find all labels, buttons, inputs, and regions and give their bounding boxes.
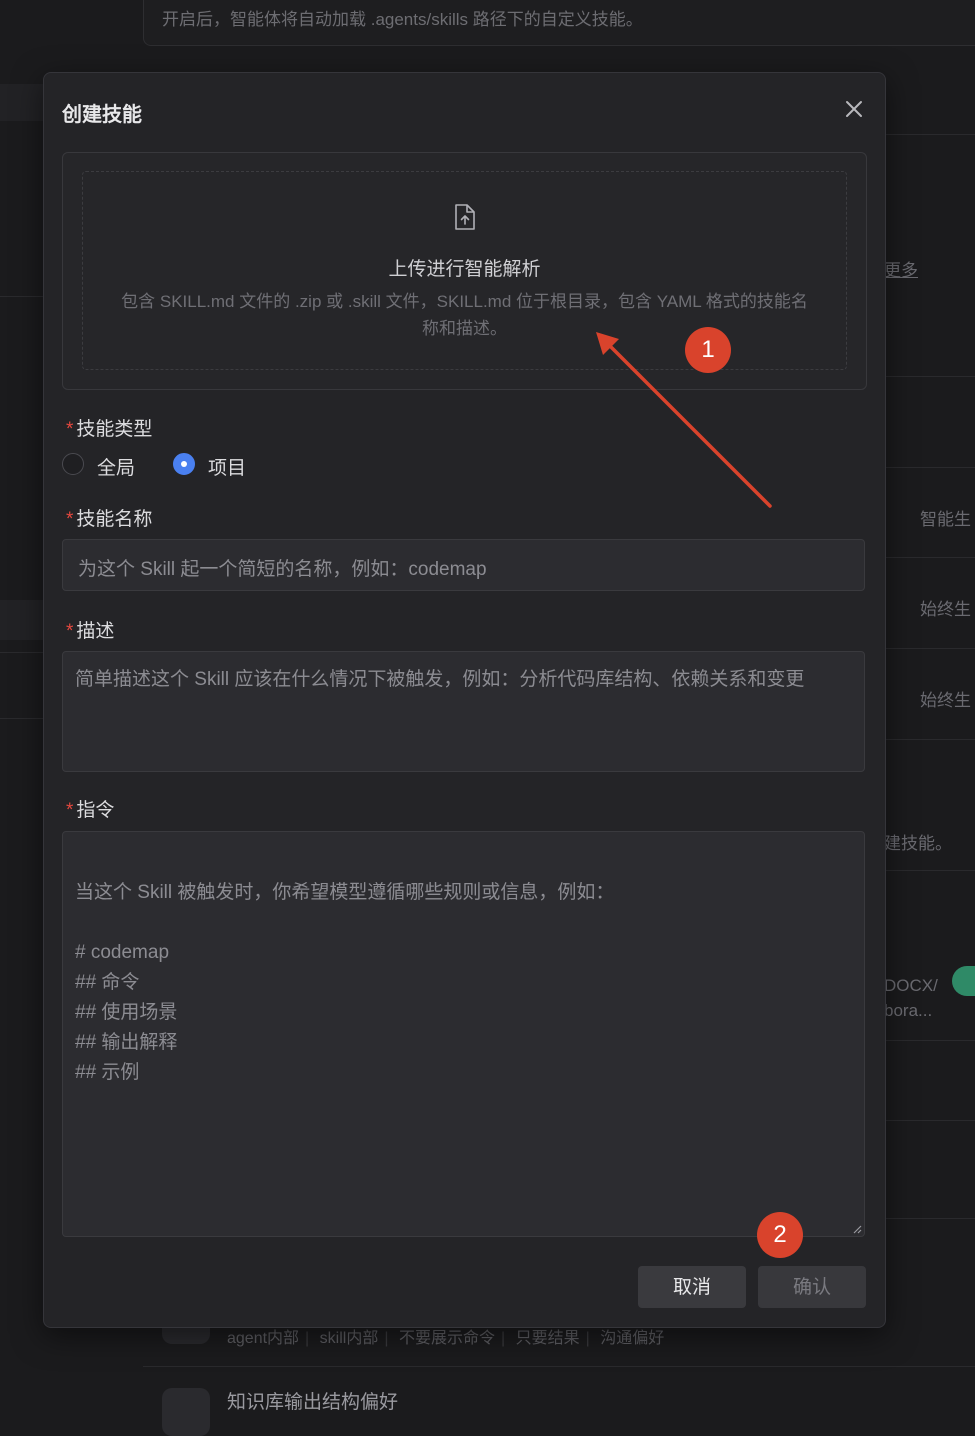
- skill-type-label: * 技能类型: [66, 414, 152, 441]
- divider: [884, 739, 975, 740]
- confirm-button[interactable]: 确认: [758, 1266, 866, 1308]
- divider: [0, 652, 44, 653]
- trigger-mode-text: 始终生: [920, 691, 971, 710]
- section-hint-text: 建技能。: [884, 834, 952, 853]
- divider: [884, 134, 975, 135]
- nav-item-active: [0, 600, 44, 640]
- skill-desc-text: bora...: [884, 1001, 933, 1020]
- tag: skill内部: [319, 1330, 379, 1347]
- tag: 不要展示命令: [398, 1330, 495, 1347]
- create-skill-dialog: 创建技能 上传进行智能解析 包含 SKILL.md 文件的 .zip 或 .sk…: [43, 72, 886, 1328]
- description-label-text: 描述: [76, 621, 115, 642]
- skill-toggle[interactable]: [952, 966, 975, 996]
- divider: [884, 1040, 975, 1041]
- more-link[interactable]: 更多: [884, 256, 918, 281]
- skill-type-label-text: 技能类型: [76, 419, 153, 440]
- description-label: * 描述: [66, 616, 114, 643]
- trigger-mode-text: 智能生: [920, 510, 971, 529]
- divider: [884, 1120, 975, 1121]
- skill-name-label-text: 技能名称: [76, 509, 153, 530]
- close-icon[interactable]: [842, 97, 866, 121]
- divider: [884, 557, 975, 558]
- divider: [884, 648, 975, 649]
- radio-circle-checked[interactable]: [173, 453, 195, 475]
- divider: [884, 1218, 975, 1219]
- radio-label[interactable]: 项目: [208, 453, 246, 480]
- memory-item-icon: [162, 1388, 210, 1436]
- skills-setting-card: 开启后，智能体将自动加载 .agents/skills 路径下的自定义技能。: [143, 0, 975, 46]
- radio-label[interactable]: 全局: [97, 453, 135, 480]
- divider: [884, 870, 975, 871]
- memory-item-title: 知识库输出结构偏好: [227, 1392, 399, 1413]
- skill-name-label: * 技能名称: [66, 504, 152, 531]
- close-button[interactable]: [842, 97, 866, 121]
- instructions-label-text: 指令: [76, 800, 115, 821]
- divider: [0, 718, 44, 719]
- divider: [884, 376, 975, 377]
- dialog-title: 创建技能: [62, 104, 142, 126]
- annotation-badge-2: 2: [757, 1212, 803, 1258]
- divider: [884, 467, 975, 468]
- nav-item: [0, 84, 44, 121]
- instructions-placeholder: 当这个 Skill 被触发时，你希望模型遵循哪些规则或信息，例如： # code…: [75, 882, 615, 1083]
- cancel-button[interactable]: 取消: [638, 1266, 746, 1308]
- required-mark: *: [66, 621, 74, 642]
- upload-title: 上传进行智能解析: [388, 259, 541, 280]
- tag: agent内部: [227, 1330, 300, 1347]
- skills-hint-text: 开启后，智能体将自动加载 .agents/skills 路径下的自定义技能。: [162, 10, 643, 29]
- instructions-label: * 指令: [66, 795, 114, 822]
- required-mark: *: [66, 800, 74, 821]
- divider: [143, 1366, 975, 1367]
- divider: [0, 296, 44, 297]
- upload-dropzone[interactable]: 上传进行智能解析 包含 SKILL.md 文件的 .zip 或 .skill 文…: [82, 171, 847, 370]
- trigger-mode-text: 始终生: [920, 600, 971, 619]
- resize-handle-icon[interactable]: [852, 1224, 862, 1234]
- tag: 只要结果: [515, 1330, 580, 1347]
- skill-name-input[interactable]: 为这个 Skill 起一个简短的名称，例如：codemap: [62, 539, 865, 591]
- tag: 沟通偏好: [600, 1330, 665, 1347]
- radio-circle[interactable]: [62, 453, 84, 475]
- required-mark: *: [66, 509, 74, 530]
- description-textarea[interactable]: 简单描述这个 Skill 应该在什么情况下被触发，例如：分析代码库结构、依赖关系…: [62, 651, 865, 772]
- required-mark: *: [66, 419, 74, 440]
- file-upload-icon: [455, 204, 475, 230]
- instructions-textarea[interactable]: 当这个 Skill 被触发时，你希望模型遵循哪些规则或信息，例如： # code…: [62, 831, 865, 1237]
- annotation-badge-1: 1: [685, 327, 731, 373]
- upload-area: 上传进行智能解析 包含 SKILL.md 文件的 .zip 或 .skill 文…: [62, 152, 867, 390]
- skill-desc-text: DOCX/: [884, 976, 938, 995]
